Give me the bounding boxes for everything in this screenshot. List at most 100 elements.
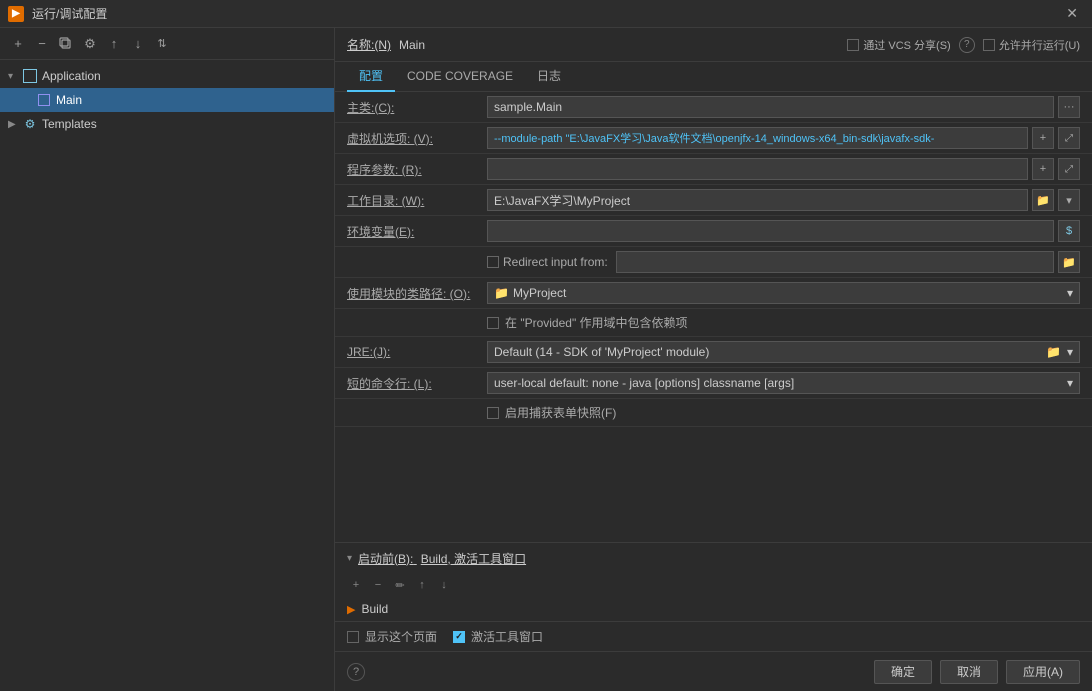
before-remove-button[interactable]: − <box>369 576 387 594</box>
build-item: ▶ Build <box>335 597 1092 621</box>
tree-container: ▾ Application Main ▶ ⚙ Templates <box>0 60 334 691</box>
jre-label[interactable]: JRE:(J): <box>347 345 487 359</box>
class-value-area: ··· <box>487 96 1080 118</box>
apply-button[interactable]: 应用(A) <box>1006 660 1080 684</box>
name-label[interactable]: 名称:(N) <box>347 36 391 53</box>
vm-label[interactable]: 虚拟机选项: (V): <box>347 130 487 147</box>
confirm-button[interactable]: 确定 <box>874 660 932 684</box>
include-provided-row: 在 "Provided" 作用域中包含依赖项 <box>335 309 1092 337</box>
include-provided-checkbox[interactable] <box>487 317 499 329</box>
activate-checkbox[interactable] <box>453 631 465 643</box>
config-settings-button[interactable]: ⚙ <box>80 34 100 54</box>
class-input[interactable] <box>487 96 1054 118</box>
content-area: 主类:(C): ··· 虚拟机选项: (V): --module-path "E… <box>335 92 1092 542</box>
env-label[interactable]: 环境变量(E): <box>347 223 487 240</box>
jre-row: JRE:(J): Default (14 - SDK of 'MyProject… <box>335 337 1092 368</box>
tab-config[interactable]: 配置 <box>347 62 395 92</box>
close-button[interactable]: ✕ <box>1060 3 1084 24</box>
vm-expand-button[interactable]: ⤢ <box>1058 127 1080 149</box>
include-provided-label: 在 "Provided" 作用域中包含依赖项 <box>505 314 688 331</box>
vm-input[interactable]: --module-path "E:\JavaFX学习\Java软件文档\open… <box>487 127 1028 149</box>
show-page-checkbox[interactable] <box>347 631 359 643</box>
module-class-arrow: ▾ <box>1067 286 1073 300</box>
program-add-button[interactable]: + <box>1032 158 1054 180</box>
main-container: + − ⚙ ↑ ↓ ⇅ ▾ Application <box>0 28 1092 691</box>
shortcmd-label[interactable]: 短的命令行: (L): <box>347 375 487 392</box>
module-class-label[interactable]: 使用模块的类路径: (O): <box>347 285 487 302</box>
redirect-value-area: Redirect input from: 📁 <box>487 251 1080 273</box>
before-launch-arrow[interactable]: ▾ <box>347 553 352 564</box>
shortcmd-value-area: user-local default: none - java [options… <box>487 372 1080 394</box>
parallel-label: 允许并行运行(U) <box>999 37 1080 53</box>
app-icon: ▶ <box>8 6 24 22</box>
before-down-button[interactable]: ↓ <box>435 576 453 594</box>
program-input[interactable] <box>487 158 1028 180</box>
before-launch-value-text: Build, 激活工具窗口 <box>421 552 526 566</box>
parallel-run-checkbox[interactable]: 允许并行运行(U) <box>983 37 1080 53</box>
module-class-select[interactable]: 📁 MyProject ▾ <box>487 282 1080 304</box>
redirect-browse-button[interactable]: 📁 <box>1058 251 1080 273</box>
before-launch-label[interactable]: 启动前(B): Build, 激活工具窗口 <box>358 550 526 567</box>
jre-value-area: Default (14 - SDK of 'MyProject' module)… <box>487 341 1080 363</box>
copy-config-button[interactable] <box>56 34 76 54</box>
env-input[interactable] <box>487 220 1054 242</box>
header-right: 通过 VCS 分享(S) ? 允许并行运行(U) <box>847 37 1080 53</box>
before-add-button[interactable]: + <box>347 576 365 594</box>
shortcmd-value: user-local default: none - java [options… <box>494 376 794 390</box>
application-icon <box>22 68 38 84</box>
sort-button[interactable]: ⇅ <box>152 34 172 54</box>
env-row: 环境变量(E): $ <box>335 216 1092 247</box>
jre-select[interactable]: Default (14 - SDK of 'MyProject' module)… <box>487 341 1080 363</box>
workdir-label[interactable]: 工作目录: (W): <box>347 192 487 209</box>
program-label[interactable]: 程序参数: (R): <box>347 161 487 178</box>
bottom-bar: 显示这个页面 激活工具窗口 <box>335 621 1092 651</box>
vm-row: 虚拟机选项: (V): --module-path "E:\JavaFX学习\J… <box>335 123 1092 154</box>
build-label: Build <box>361 602 388 616</box>
vcs-help-icon[interactable]: ? <box>959 37 975 53</box>
before-launch-header: ▾ 启动前(B): Build, 激活工具窗口 <box>335 543 1092 573</box>
redirect-row: Redirect input from: 📁 <box>335 247 1092 278</box>
tree-item-application[interactable]: ▾ Application <box>0 64 334 88</box>
move-down-button[interactable]: ↓ <box>128 34 148 54</box>
jre-arrow: ▾ <box>1067 345 1073 359</box>
program-value-area: + ⤢ <box>487 158 1080 180</box>
name-value: Main <box>399 38 839 52</box>
shortcmd-row: 短的命令行: (L): user-local default: none - j… <box>335 368 1092 399</box>
before-edit-button[interactable]: ✏ <box>391 576 409 594</box>
help-button[interactable]: ? <box>347 663 365 681</box>
tree-item-main[interactable]: Main <box>0 88 334 112</box>
bottom-checkboxes: 显示这个页面 激活工具窗口 <box>347 628 1080 645</box>
vm-add-button[interactable]: + <box>1032 127 1054 149</box>
parallel-checkbox-el[interactable] <box>983 39 995 51</box>
move-up-button[interactable]: ↑ <box>104 34 124 54</box>
vm-text-content: --module-path "E:\JavaFX学习\Java软件文档\open… <box>494 130 934 146</box>
class-row: 主类:(C): ··· <box>335 92 1092 123</box>
add-config-button[interactable]: + <box>8 34 28 54</box>
show-page-checkbox-group: 显示这个页面 <box>347 628 437 645</box>
redirect-input[interactable] <box>616 251 1054 273</box>
before-up-button[interactable]: ↑ <box>413 576 431 594</box>
workdir-browse-button[interactable]: 📁 <box>1032 189 1054 211</box>
workdir-dropdown-button[interactable]: ▾ <box>1058 189 1080 211</box>
env-dollar-button[interactable]: $ <box>1058 220 1080 242</box>
tab-log[interactable]: 日志 <box>525 62 573 92</box>
workdir-row: 工作目录: (W): 📁 ▾ <box>335 185 1092 216</box>
class-label[interactable]: 主类:(C): <box>347 99 487 116</box>
vcs-share-checkbox[interactable]: 通过 VCS 分享(S) <box>847 37 950 53</box>
cancel-button[interactable]: 取消 <box>940 660 998 684</box>
help-footer: ? <box>347 663 866 681</box>
workdir-value-area: 📁 ▾ <box>487 189 1080 211</box>
tab-coverage[interactable]: CODE COVERAGE <box>395 62 525 92</box>
jre-value: Default (14 - SDK of 'MyProject' module) <box>494 345 709 359</box>
tabs-row: 配置 CODE COVERAGE 日志 <box>335 62 1092 92</box>
shortcut-checkbox[interactable] <box>487 407 499 419</box>
tree-item-templates[interactable]: ▶ ⚙ Templates <box>0 112 334 136</box>
shortcmd-select[interactable]: user-local default: none - java [options… <box>487 372 1080 394</box>
env-value-area: $ <box>487 220 1080 242</box>
redirect-checkbox[interactable] <box>487 256 499 268</box>
vcs-checkbox-el[interactable] <box>847 39 859 51</box>
remove-config-button[interactable]: − <box>32 34 52 54</box>
class-browse-button[interactable]: ··· <box>1058 96 1080 118</box>
program-expand-button[interactable]: ⤢ <box>1058 158 1080 180</box>
workdir-input[interactable] <box>487 189 1028 211</box>
